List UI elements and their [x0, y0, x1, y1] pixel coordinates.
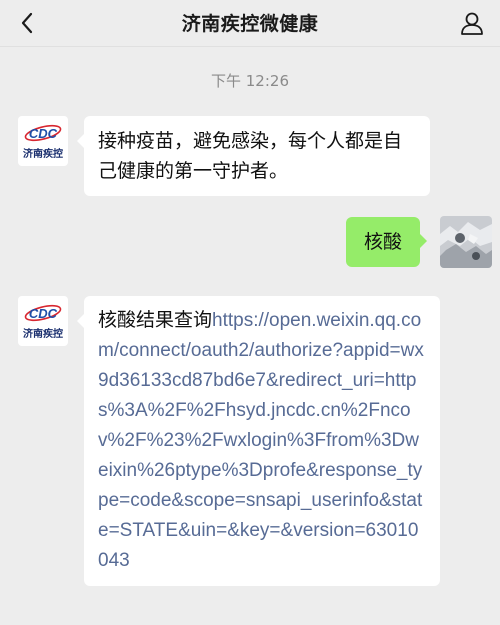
user-avatar[interactable] [440, 216, 492, 268]
cdc-avatar-label: 济南疾控 [23, 147, 63, 160]
profile-button[interactable] [458, 9, 486, 37]
sender-avatar[interactable]: CDC 济南疾控 [18, 296, 68, 346]
chat-title: 济南疾控微健康 [181, 13, 319, 35]
message-bubble-incoming[interactable]: 核酸结果查询https://open.weixin.qq.com/connect… [77, 296, 440, 586]
message-text: 核酸 [364, 231, 403, 253]
cdc-logo-icon: CDC 济南疾控 [23, 124, 63, 160]
cdc-logo-text: CDC [29, 306, 58, 321]
cdc-logo-icon: CDC 济南疾控 [23, 304, 63, 340]
user-avatar-image [440, 216, 492, 268]
cdc-logo-text: CDC [29, 126, 58, 141]
person-icon [461, 12, 483, 35]
message-text: 核酸结果查询 [98, 310, 213, 331]
sender-avatar[interactable]: CDC 济南疾控 [18, 116, 68, 166]
message-timestamp: 下午 12:26 [211, 72, 289, 90]
message-bubble-outgoing[interactable]: 核酸 [346, 217, 428, 267]
message-bubble-incoming[interactable]: 接种疫苗，避免感染，每个人都是自己健康的第一守护者。 [77, 116, 430, 196]
cdc-avatar-label: 济南疾控 [23, 327, 63, 340]
nucleic-acid-result-link[interactable]: https://open.weixin.qq.com/connect/oauth… [98, 310, 424, 571]
message-text: 接种疫苗，避免感染，每个人都是自己健康的第一守护者。 [98, 130, 403, 182]
navigation-bar: 济南疾控微健康 [0, 0, 500, 47]
